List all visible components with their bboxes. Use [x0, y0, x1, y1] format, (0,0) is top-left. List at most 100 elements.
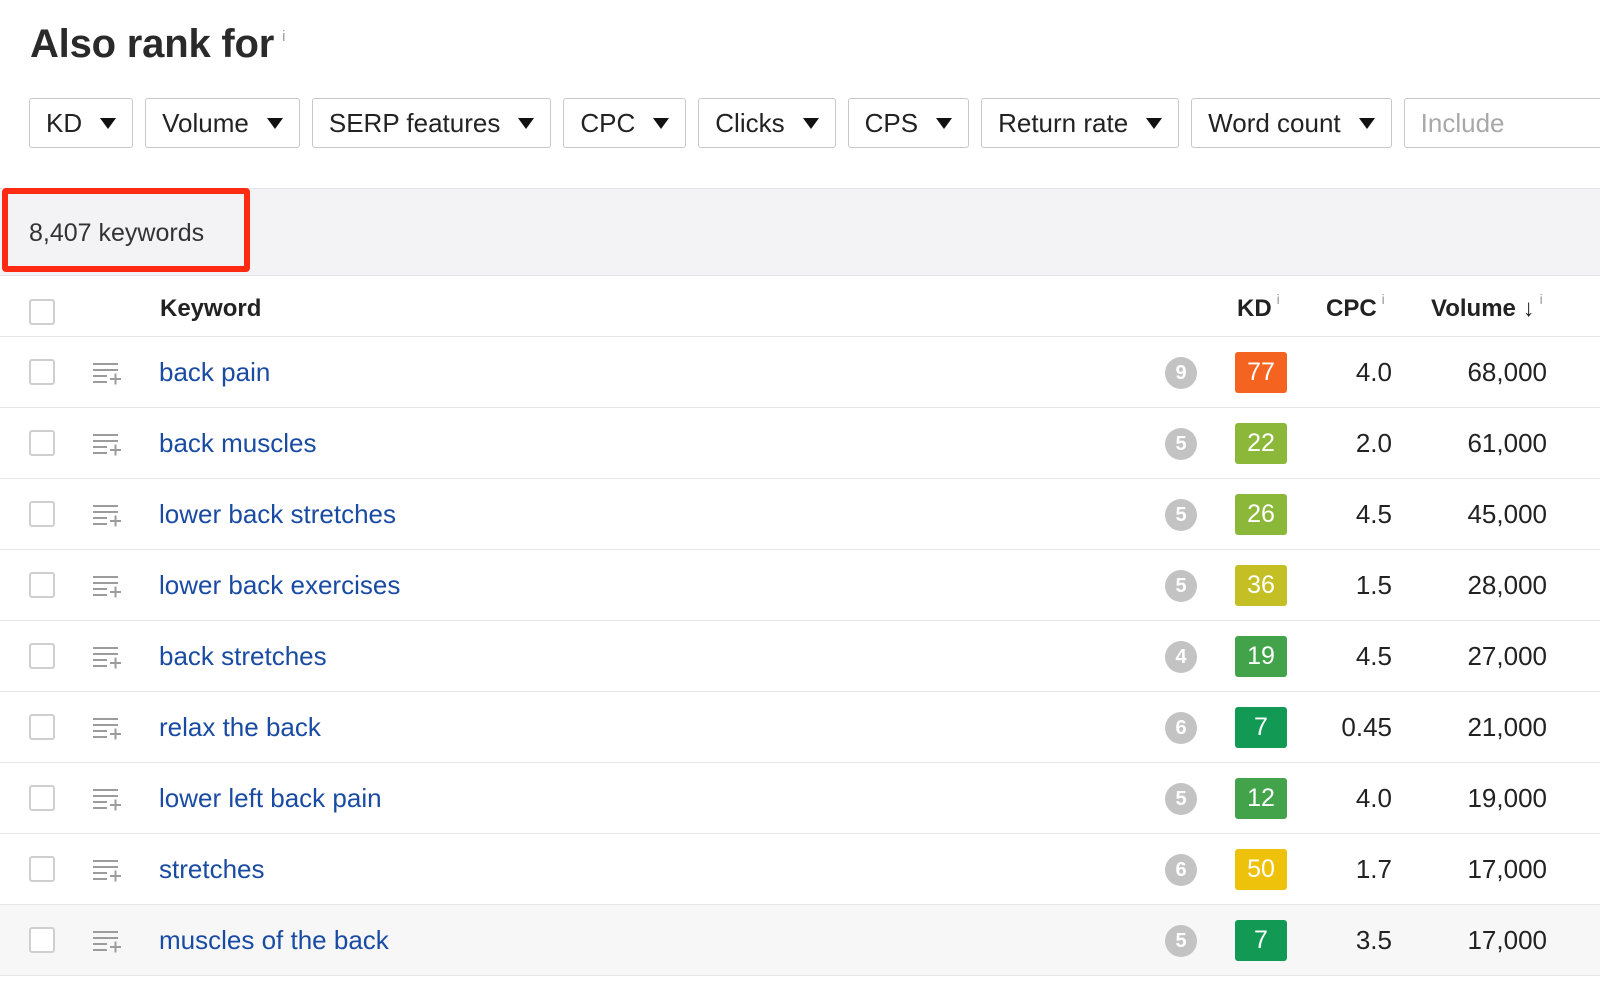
serp-features-filter-dropdown[interactable]: SERP features	[311, 98, 552, 148]
add-to-list-icon[interactable]	[92, 929, 122, 953]
row-checkbox[interactable]	[29, 785, 55, 811]
dropdown-arrow-icon	[936, 117, 953, 129]
table-row: back muscles 5 22 2.0 61,000	[0, 408, 1600, 479]
volume-header-label: Volume	[1431, 295, 1516, 322]
row-checkbox[interactable]	[29, 501, 55, 527]
row-checkbox[interactable]	[29, 430, 55, 456]
page-title-text: Also rank for	[30, 22, 275, 66]
table-row: back pain 9 77 4.0 68,000	[0, 337, 1600, 408]
keyword-column-header[interactable]: Keyword	[160, 295, 261, 323]
volume-value: 27,000	[1467, 641, 1547, 671]
keyword-link[interactable]: lower back exercises	[159, 570, 400, 601]
add-to-list-icon[interactable]	[92, 574, 122, 598]
keyword-link[interactable]: relax the back	[159, 712, 321, 743]
cpc-value: 4.0	[1355, 357, 1392, 387]
cps-filter-dropdown[interactable]: CPS	[847, 98, 970, 148]
table-header: Keyword KD i CPC i Volume ↓ i	[0, 277, 1600, 337]
keyword-link[interactable]: back stretches	[159, 641, 327, 672]
add-to-list-icon[interactable]	[92, 503, 122, 527]
kd-score-badge: 7	[1235, 920, 1287, 961]
cpc-value: 3.5	[1355, 925, 1392, 955]
row-checkbox[interactable]	[29, 714, 55, 740]
row-checkbox[interactable]	[29, 359, 55, 385]
add-to-list-icon[interactable]	[92, 432, 122, 456]
info-icon[interactable]: i	[1277, 291, 1280, 307]
cpc-filter-label: CPC	[580, 107, 636, 138]
row-checkbox[interactable]	[29, 643, 55, 669]
filter-bar: KD Volume SERP features CPC Clicks CPS R…	[29, 98, 1600, 148]
serp-features-count-badge[interactable]: 9	[1165, 357, 1197, 389]
volume-filter-label: Volume	[162, 107, 249, 138]
volume-filter-dropdown[interactable]: Volume	[145, 98, 300, 148]
kd-score-badge: 7	[1235, 707, 1287, 748]
row-checkbox[interactable]	[29, 572, 55, 598]
table-row: lower back exercises 5 36 1.5 28,000	[0, 550, 1600, 621]
table-row: back stretches 4 19 4.5 27,000	[0, 621, 1600, 692]
table-row: relax the back 6 7 0.45 21,000	[0, 692, 1600, 763]
serp-features-count-badge[interactable]: 5	[1165, 570, 1197, 602]
add-to-list-icon[interactable]	[92, 787, 122, 811]
add-to-list-icon[interactable]	[92, 858, 122, 882]
info-icon[interactable]: i	[1540, 291, 1543, 307]
include-placeholder: Include	[1420, 107, 1505, 138]
volume-value: 68,000	[1467, 357, 1547, 387]
serp-features-count-badge[interactable]: 5	[1165, 783, 1197, 815]
dropdown-arrow-icon	[802, 117, 819, 129]
add-to-list-icon[interactable]	[92, 716, 122, 740]
row-checkbox[interactable]	[29, 927, 55, 953]
keyword-link[interactable]: back pain	[159, 357, 270, 388]
serp-features-count-badge[interactable]: 6	[1165, 712, 1197, 744]
include-input[interactable]: Include	[1403, 98, 1600, 148]
dropdown-arrow-icon	[518, 117, 535, 129]
sort-desc-icon: ↓	[1522, 295, 1535, 322]
volume-value: 21,000	[1467, 712, 1547, 742]
clicks-filter-label: Clicks	[715, 107, 785, 138]
serp-features-count-badge[interactable]: 6	[1165, 854, 1197, 886]
volume-value: 28,000	[1467, 570, 1547, 600]
keyword-link[interactable]: lower left back pain	[159, 783, 382, 814]
dropdown-arrow-icon	[1146, 117, 1163, 129]
kd-filter-dropdown[interactable]: KD	[29, 98, 134, 148]
keyword-link[interactable]: muscles of the back	[159, 925, 389, 956]
cpc-value: 2.0	[1355, 428, 1392, 458]
info-icon[interactable]: i	[1382, 291, 1385, 307]
cpc-value: 4.0	[1355, 783, 1392, 813]
page-title: Also rank for i	[30, 22, 285, 67]
cpc-header-label: CPC	[1326, 295, 1377, 322]
kd-score-badge: 77	[1235, 352, 1287, 393]
kd-score-badge: 22	[1235, 423, 1287, 464]
clicks-filter-dropdown[interactable]: Clicks	[698, 98, 836, 148]
keyword-link[interactable]: lower back stretches	[159, 499, 396, 530]
row-checkbox[interactable]	[29, 856, 55, 882]
serp-features-count-badge[interactable]: 4	[1165, 641, 1197, 673]
add-to-list-icon[interactable]	[92, 645, 122, 669]
volume-value: 45,000	[1467, 499, 1547, 529]
serp-features-filter-label: SERP features	[328, 107, 501, 138]
info-icon[interactable]: i	[282, 28, 285, 45]
volume-column-header[interactable]: Volume ↓ i	[1431, 291, 1543, 323]
cpc-value: 1.5	[1355, 570, 1392, 600]
dropdown-arrow-icon	[266, 117, 283, 129]
kd-column-header[interactable]: KD i	[1237, 291, 1280, 323]
serp-features-count-badge[interactable]: 5	[1165, 499, 1197, 531]
keyword-link[interactable]: stretches	[159, 854, 265, 885]
kd-score-badge: 26	[1235, 494, 1287, 535]
cpc-value: 0.45	[1341, 712, 1392, 742]
keyword-header-label: Keyword	[160, 295, 262, 322]
volume-value: 61,000	[1467, 428, 1547, 458]
cpc-filter-dropdown[interactable]: CPC	[563, 98, 687, 148]
return-rate-filter-label: Return rate	[998, 107, 1129, 138]
dropdown-arrow-icon	[100, 117, 117, 129]
cps-filter-label: CPS	[864, 107, 919, 138]
cpc-column-header[interactable]: CPC i	[1326, 291, 1385, 323]
word-count-filter-dropdown[interactable]: Word count	[1191, 98, 1392, 148]
table-row: stretches 6 50 1.7 17,000	[0, 834, 1600, 905]
select-all-checkbox[interactable]	[29, 299, 55, 325]
serp-features-count-badge[interactable]: 5	[1165, 925, 1197, 957]
table-row: lower back stretches 5 26 4.5 45,000	[0, 479, 1600, 550]
add-to-list-icon[interactable]	[92, 361, 122, 385]
serp-features-count-badge[interactable]: 5	[1165, 428, 1197, 460]
table-row: muscles of the back 5 7 3.5 17,000	[0, 905, 1600, 976]
keyword-link[interactable]: back muscles	[159, 428, 317, 459]
return-rate-filter-dropdown[interactable]: Return rate	[981, 98, 1180, 148]
